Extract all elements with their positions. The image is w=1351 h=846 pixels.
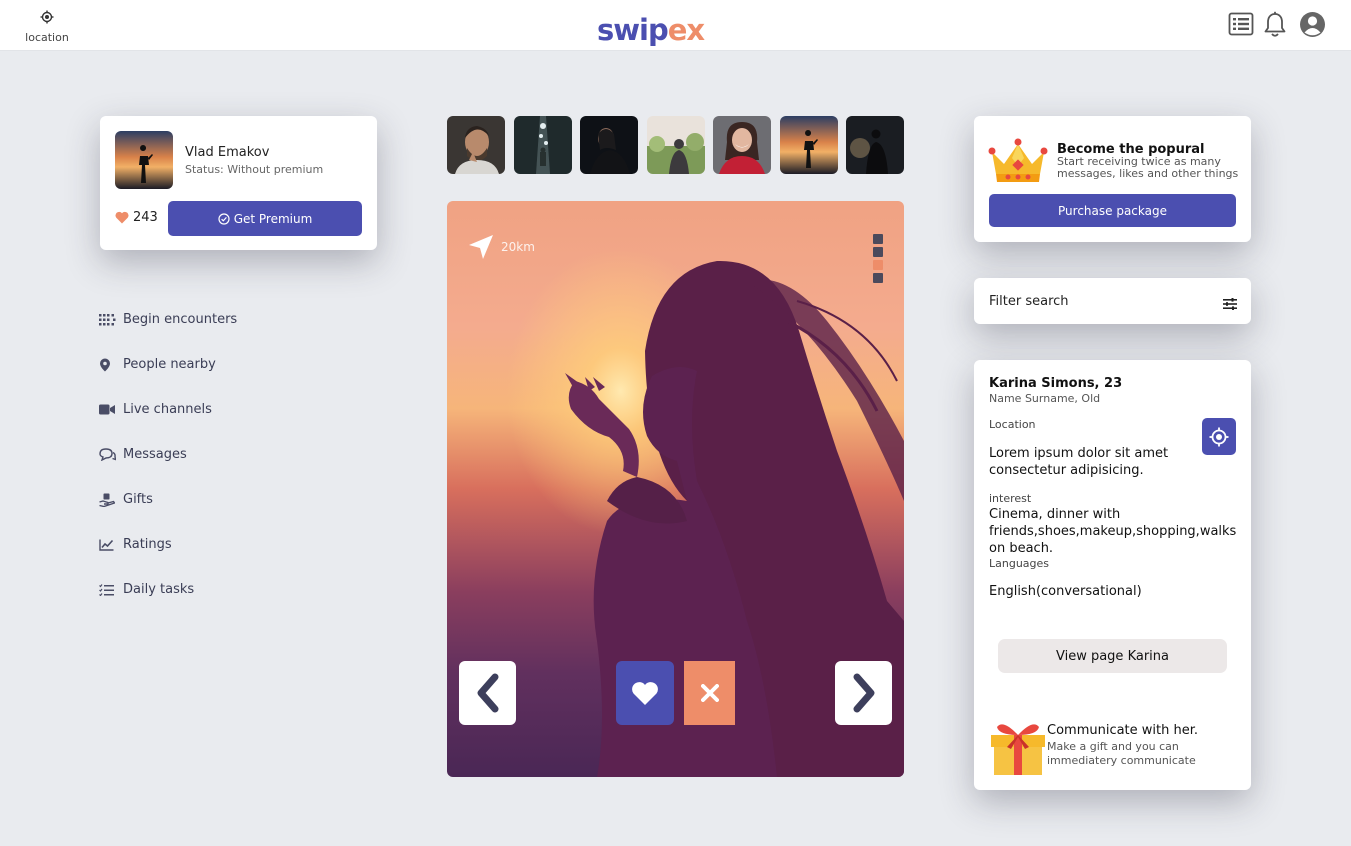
- interest-label: interest: [989, 492, 1032, 505]
- crown-icon: [988, 136, 1048, 188]
- side-nav: Begin encounters People nearby Live chan…: [99, 297, 237, 612]
- next-button[interactable]: [835, 661, 892, 725]
- thumbnail[interactable]: [779, 116, 838, 174]
- gift-box-icon[interactable]: [989, 717, 1047, 781]
- chat-bubbles-icon: [99, 448, 123, 461]
- match-name: Karina Simons, 23: [989, 376, 1123, 391]
- user-account-icon[interactable]: [1299, 11, 1326, 42]
- page-dot[interactable]: [873, 247, 883, 257]
- gift-subtitle: Make a gift and you can immediatery comm…: [1047, 740, 1196, 767]
- match-subtitle: Name Surname, Old: [989, 392, 1101, 405]
- nav-item-daily-tasks[interactable]: Daily tasks: [99, 567, 237, 612]
- like-button[interactable]: [616, 661, 674, 725]
- main-profile-photo[interactable]: 20km: [447, 201, 904, 777]
- page-dot[interactable]: [873, 234, 883, 244]
- nav-label: Daily tasks: [123, 582, 195, 597]
- close-icon: [700, 684, 719, 702]
- nav-item-live-channels[interactable]: Live channels: [99, 387, 237, 432]
- heart-icon: [632, 681, 658, 705]
- distance-value: 20km: [501, 240, 535, 254]
- view-page-button[interactable]: View page Karina: [998, 639, 1227, 673]
- location-label: location: [25, 31, 69, 44]
- list-view-icon[interactable]: [1228, 11, 1254, 41]
- bell-icon[interactable]: [1263, 11, 1287, 43]
- nav-label: Ratings: [123, 537, 172, 552]
- thumbnail[interactable]: [713, 116, 771, 174]
- likes-count: 243: [115, 210, 158, 225]
- chart-line-icon: [99, 539, 123, 551]
- purchase-package-button[interactable]: Purchase package: [989, 194, 1236, 227]
- likes-value: 243: [133, 210, 158, 225]
- nav-label: Begin encounters: [123, 312, 238, 327]
- profile-details-card: Karina Simons, 23 Name Surname, Old Loca…: [974, 360, 1251, 790]
- sliders-icon[interactable]: [1223, 295, 1237, 314]
- location-label: Location: [989, 418, 1036, 431]
- distance-indicator: 20km: [467, 233, 535, 261]
- thumbnail[interactable]: [580, 116, 638, 174]
- become-popular-card: Become the popural Start receiving twice…: [974, 116, 1251, 242]
- logo-part-1: swip: [597, 13, 669, 47]
- nav-item-messages[interactable]: Messages: [99, 432, 237, 477]
- logo-part-2: ex: [667, 13, 705, 47]
- thumbnail[interactable]: [646, 116, 705, 174]
- thumbnail[interactable]: [447, 116, 505, 174]
- nav-label: Messages: [123, 447, 187, 462]
- checklist-icon: [99, 583, 123, 596]
- photo-thumbnails: [447, 116, 904, 174]
- page-dot-active[interactable]: [873, 260, 883, 270]
- get-premium-button[interactable]: Get Premium: [168, 201, 362, 236]
- profile-card: Vlad Emakov Status: Without premium 243 …: [100, 116, 377, 250]
- thumbnail[interactable]: [846, 116, 904, 174]
- location-button[interactable]: location: [22, 10, 72, 45]
- location-text: Lorem ipsum dolor sit amet consectetur a…: [989, 446, 1169, 478]
- avatar[interactable]: [115, 131, 173, 189]
- nav-label: Live channels: [123, 402, 212, 417]
- previous-button[interactable]: [459, 661, 516, 725]
- top-bar: location swipex: [0, 0, 1351, 51]
- gift-title: Communicate with her.: [1047, 723, 1199, 738]
- nav-item-begin-encounters[interactable]: Begin encounters: [99, 297, 237, 342]
- chevron-right-icon: [853, 673, 874, 713]
- swipex-logo[interactable]: swipex: [597, 13, 705, 47]
- nav-label: People nearby: [123, 357, 216, 372]
- nav-item-ratings[interactable]: Ratings: [99, 522, 237, 567]
- photo-page-indicator[interactable]: [873, 234, 883, 283]
- popular-subtitle: Start receiving twice as many messages, …: [1057, 155, 1239, 180]
- page-dot[interactable]: [873, 273, 883, 283]
- profile-status: Status: Without premium: [185, 163, 324, 176]
- profile-name: Vlad Emakov: [185, 145, 270, 160]
- interest-text: Cinema, dinner with friends,shoes,makeup…: [989, 507, 1237, 556]
- languages-label: Languages: [989, 557, 1050, 570]
- video-camera-icon: [99, 404, 123, 415]
- languages-text: English(conversational): [989, 584, 1142, 599]
- filter-search-label: Filter search: [989, 294, 1069, 309]
- heart-icon: [115, 211, 129, 224]
- dislike-button[interactable]: [684, 661, 735, 725]
- filter-search[interactable]: Filter search: [974, 278, 1251, 324]
- chevron-left-icon: [477, 673, 498, 713]
- nav-item-gifts[interactable]: Gifts: [99, 477, 237, 522]
- navigation-arrow-icon: [469, 235, 493, 259]
- thumbnail[interactable]: [513, 116, 572, 174]
- grid-icon: [99, 313, 123, 326]
- nav-label: Gifts: [123, 492, 153, 507]
- get-premium-label: Get Premium: [233, 211, 313, 226]
- nav-item-people-nearby[interactable]: People nearby: [99, 342, 237, 387]
- location-target-icon: [40, 10, 54, 24]
- map-pin-icon: [99, 358, 123, 372]
- check-circle-icon: [218, 212, 230, 225]
- crosshair-icon: [1209, 427, 1229, 446]
- locate-button[interactable]: [1202, 418, 1236, 455]
- hand-gift-icon: [99, 493, 123, 507]
